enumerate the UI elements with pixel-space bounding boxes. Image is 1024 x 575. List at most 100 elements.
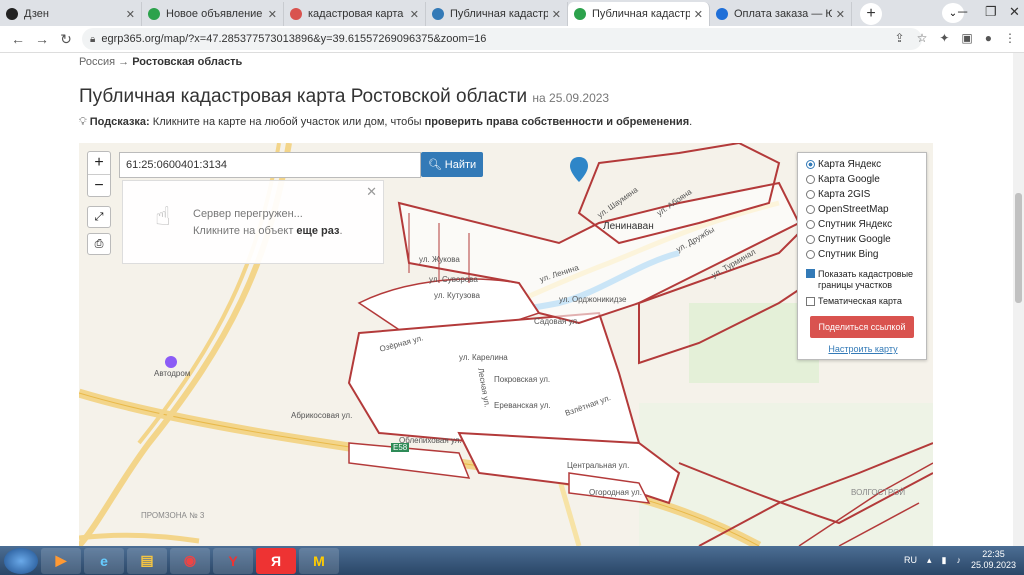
map-label-zhukova: ул. Жукова xyxy=(419,255,460,264)
maximize-icon[interactable]: ❐ xyxy=(985,4,997,20)
fullscreen-icon[interactable]: ⤢ xyxy=(87,206,111,228)
cadastral-checkbox[interactable] xyxy=(806,269,815,278)
layer-radio[interactable] xyxy=(806,190,815,199)
layer-option[interactable]: Карта Google xyxy=(806,174,880,185)
tab-close-icon[interactable]: ✕ xyxy=(836,8,845,21)
cadastral-map[interactable]: + − ⤢ ⎙ 61:25:0600401:3134 🔍︎ Найти ✕ ☝︎… xyxy=(79,143,933,546)
clock[interactable]: 22:35 25.09.2023 xyxy=(971,549,1016,571)
page-date: на 25.09.2023 xyxy=(532,91,610,105)
chrome-icon[interactable]: ◉ xyxy=(170,547,210,574)
find-label: Найти xyxy=(444,158,477,171)
cadastral-search-input[interactable]: 61:25:0600401:3134 xyxy=(119,152,421,178)
close-icon[interactable]: ✕ xyxy=(366,184,377,200)
tab-favicon-icon xyxy=(432,8,444,20)
tab-close-icon[interactable]: ✕ xyxy=(552,8,561,21)
back-icon[interactable]: ← xyxy=(6,31,30,47)
reload-icon[interactable]: ↻ xyxy=(54,31,78,48)
yandex-market-icon[interactable]: M xyxy=(299,547,339,574)
extensions-icon[interactable]: ✦ xyxy=(939,31,949,45)
browser-tab[interactable]: Новое объявление — ... ✕ xyxy=(142,2,284,26)
zoom-out-button[interactable]: − xyxy=(88,174,110,196)
sidepanel-icon[interactable]: ▣ xyxy=(961,31,972,45)
network-icon[interactable]: ▮ xyxy=(942,555,947,566)
find-button[interactable]: 🔍︎ Найти xyxy=(421,152,483,177)
tab-title: Публичная кадастров... xyxy=(592,8,690,20)
tab-close-icon[interactable]: ✕ xyxy=(126,8,135,21)
menu-icon[interactable]: ⋮ xyxy=(1004,31,1016,45)
browser-tab[interactable]: Дзен ✕ xyxy=(0,2,142,26)
taskbar: ▶ e ▤ ◉ Y Я M RU ▴ ▮ ♪ 22:35 25.09.2023 xyxy=(0,546,1024,575)
new-tab-button[interactable]: + xyxy=(860,3,882,25)
popup-line1: Сервер перегружен... xyxy=(193,208,303,220)
tab-close-icon[interactable]: ✕ xyxy=(410,8,419,21)
start-button[interactable] xyxy=(4,547,38,574)
hint-text: Кликните на карте на любой участок или д… xyxy=(152,116,422,128)
tab-favicon-icon xyxy=(148,8,160,20)
language-indicator[interactable]: RU xyxy=(904,555,917,565)
tab-favicon-icon xyxy=(6,8,18,20)
browser-tab[interactable]: Оплата заказа — ЮКа... ✕ xyxy=(710,2,852,26)
popup-line2-text: Кликните на объект xyxy=(193,225,294,237)
thematic-checkbox-row[interactable]: Тематическая карта xyxy=(806,296,902,306)
profile-icon[interactable]: ● xyxy=(985,31,992,45)
print-icon[interactable]: ⎙ xyxy=(87,233,111,255)
layer-radio[interactable] xyxy=(806,175,815,184)
bookmark-star-icon[interactable]: ☆ xyxy=(917,31,928,45)
tab-favicon-icon xyxy=(290,8,302,20)
layer-radio[interactable] xyxy=(806,205,815,214)
location-pin-icon[interactable] xyxy=(570,157,588,182)
map-green-area xyxy=(639,403,933,546)
layer-radio[interactable] xyxy=(806,235,815,244)
zoom-in-button[interactable]: + xyxy=(88,152,110,174)
setup-map-link[interactable]: Настроить карту xyxy=(798,344,928,354)
layer-radio[interactable] xyxy=(806,250,815,259)
minimize-icon[interactable]: ─ xyxy=(958,4,967,19)
layer-label: Карта Яндекс xyxy=(818,159,882,170)
tab-title: Новое объявление — ... xyxy=(166,8,264,20)
yandex-browser-icon[interactable]: Y xyxy=(213,547,253,574)
layer-radio[interactable] xyxy=(806,160,815,169)
layer-option[interactable]: Карта Яндекс xyxy=(806,159,881,170)
breadcrumb-root[interactable]: Россия xyxy=(79,56,115,68)
tray-arrow-icon[interactable]: ▴ xyxy=(927,555,932,566)
cadastral-checkbox-row[interactable]: Показать кадастровые границы участков xyxy=(806,269,918,291)
close-window-icon[interactable]: ✕ xyxy=(1009,4,1020,20)
media-player-icon[interactable]: ▶ xyxy=(41,547,81,574)
forward-icon[interactable]: → xyxy=(30,31,54,47)
browser-tab[interactable]: Публичная кадастрова... ✕ xyxy=(426,2,568,26)
clock-time: 22:35 xyxy=(982,549,1005,559)
map-label-town: Ленинавaн xyxy=(603,221,654,232)
url-input[interactable]: 🔒︎ egrp365.org/map/?x=47.285377573013896… xyxy=(82,28,922,50)
thematic-checkbox[interactable] xyxy=(806,296,815,306)
tab-close-icon[interactable]: ✕ xyxy=(268,8,277,21)
file-explorer-icon[interactable]: ▤ xyxy=(127,547,167,574)
system-tray: RU ▴ ▮ ♪ 22:35 25.09.2023 xyxy=(904,549,1016,571)
layer-option[interactable]: Спутник Google xyxy=(806,234,891,245)
map-label-ordzhonikidze: ул. Орджоникидзе xyxy=(559,295,627,304)
tab-close-icon[interactable]: ✕ xyxy=(694,8,703,21)
layer-option[interactable]: OpenStreetMap xyxy=(806,204,889,215)
tab-title: Публичная кадастрова... xyxy=(450,8,548,20)
tab-title: кадастровая карта рос... xyxy=(308,8,406,20)
internet-explorer-icon[interactable]: e xyxy=(84,547,124,574)
layer-option[interactable]: Спутник Яндекс xyxy=(806,219,892,230)
page-scrollbar[interactable] xyxy=(1013,53,1024,546)
map-label-karelina: ул. Карелина xyxy=(459,353,508,362)
browser-tab[interactable]: Публичная кадастров... ✕ xyxy=(568,2,710,26)
volume-icon[interactable]: ♪ xyxy=(956,555,961,565)
layer-label: OpenStreetMap xyxy=(818,204,889,215)
scrollbar-thumb[interactable] xyxy=(1015,193,1022,303)
share-icon[interactable]: ⇪ xyxy=(895,31,905,45)
layer-radio[interactable] xyxy=(806,220,815,229)
breadcrumb-arrow: → xyxy=(118,56,130,68)
browser-tab[interactable]: кадастровая карта рос... ✕ xyxy=(284,2,426,26)
page-title-text: Публичная кадастровая карта Ростовской о… xyxy=(79,86,528,107)
layer-label: Карта 2GIS xyxy=(818,189,871,200)
hint-label: Подсказка: xyxy=(89,116,150,128)
map-label-promzona: ПРОМЗОНА № 3 xyxy=(141,511,205,520)
layer-option[interactable]: Карта 2GIS xyxy=(806,189,870,200)
tab-title: Дзен xyxy=(24,8,49,20)
layer-option[interactable]: Спутник Bing xyxy=(806,249,879,260)
yandex-icon[interactable]: Я xyxy=(256,547,296,574)
share-link-button[interactable]: Поделиться ссылкой xyxy=(810,316,914,338)
